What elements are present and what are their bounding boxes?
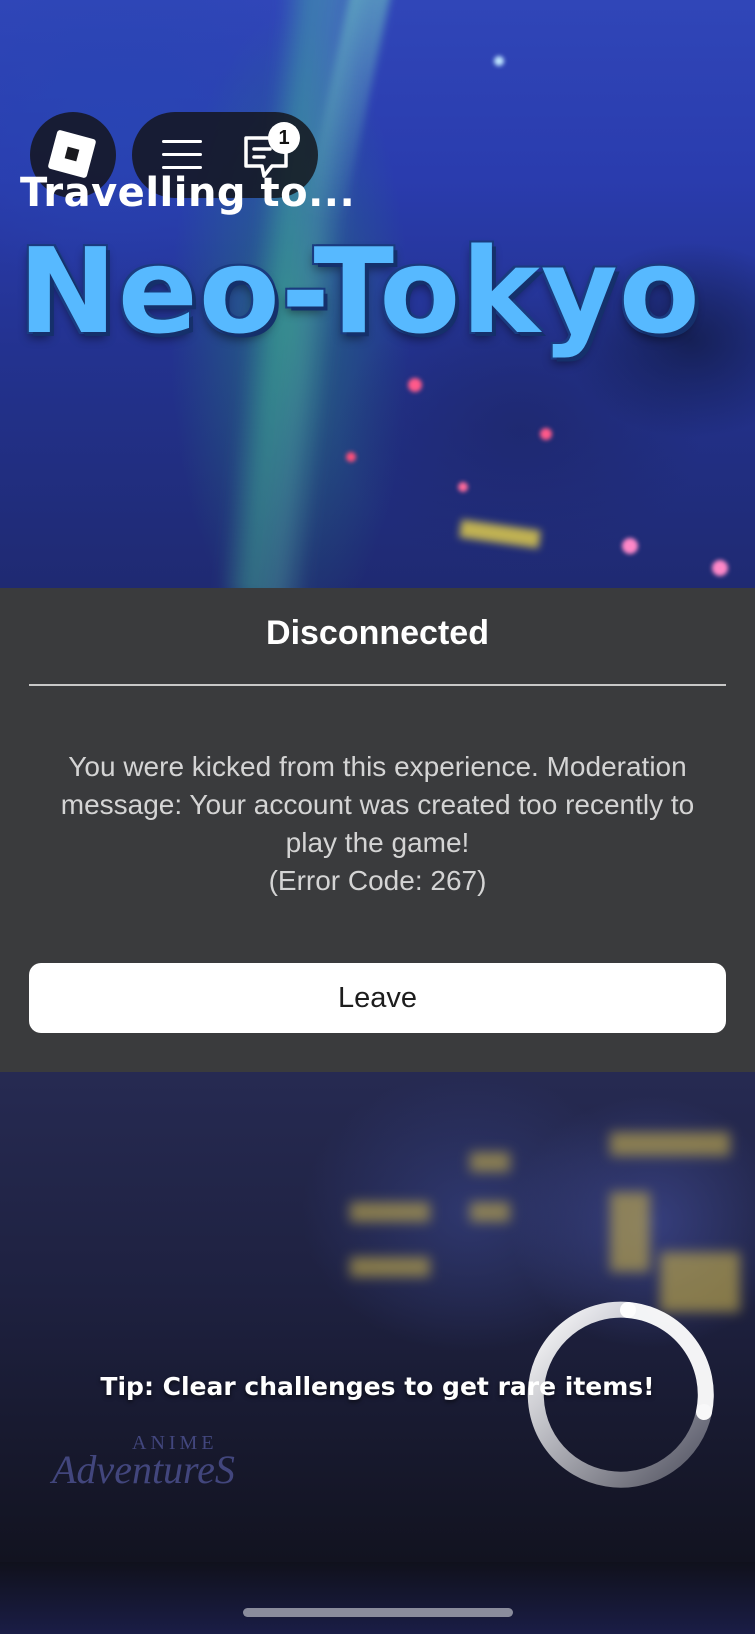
window-light <box>470 1152 510 1172</box>
disconnected-dialog: Disconnected You were kicked from this e… <box>0 588 755 1072</box>
city-light <box>540 428 552 440</box>
destination-title: Neo-Tokyo <box>18 222 701 360</box>
window-light <box>470 1202 510 1222</box>
window-light <box>610 1132 730 1156</box>
city-light <box>408 378 422 392</box>
hamburger-menu-icon[interactable] <box>162 140 202 170</box>
city-light <box>494 56 504 66</box>
city-light <box>712 560 728 576</box>
leave-button[interactable]: Leave <box>29 963 726 1033</box>
window-light <box>610 1192 650 1272</box>
game-logo-bottom: AdventureS <box>52 1447 235 1492</box>
city-light <box>622 538 638 554</box>
window-light <box>350 1202 430 1222</box>
dialog-divider <box>29 684 726 686</box>
travelling-label: Travelling to... <box>20 170 356 216</box>
window-light <box>350 1257 430 1277</box>
city-light <box>346 452 356 462</box>
city-light <box>458 482 468 492</box>
neon-sign <box>459 519 541 549</box>
dialog-title: Disconnected <box>266 614 489 652</box>
game-logo: ANIME AdventureS <box>52 1432 252 1494</box>
loading-spinner-icon <box>518 1292 724 1498</box>
error-code: (Error Code: 267) <box>268 865 487 896</box>
home-indicator[interactable] <box>243 1608 513 1617</box>
bottom-band <box>0 1562 755 1634</box>
chat-badge: 1 <box>268 122 300 154</box>
dialog-message: You were kicked from this experience. Mo… <box>60 751 695 858</box>
